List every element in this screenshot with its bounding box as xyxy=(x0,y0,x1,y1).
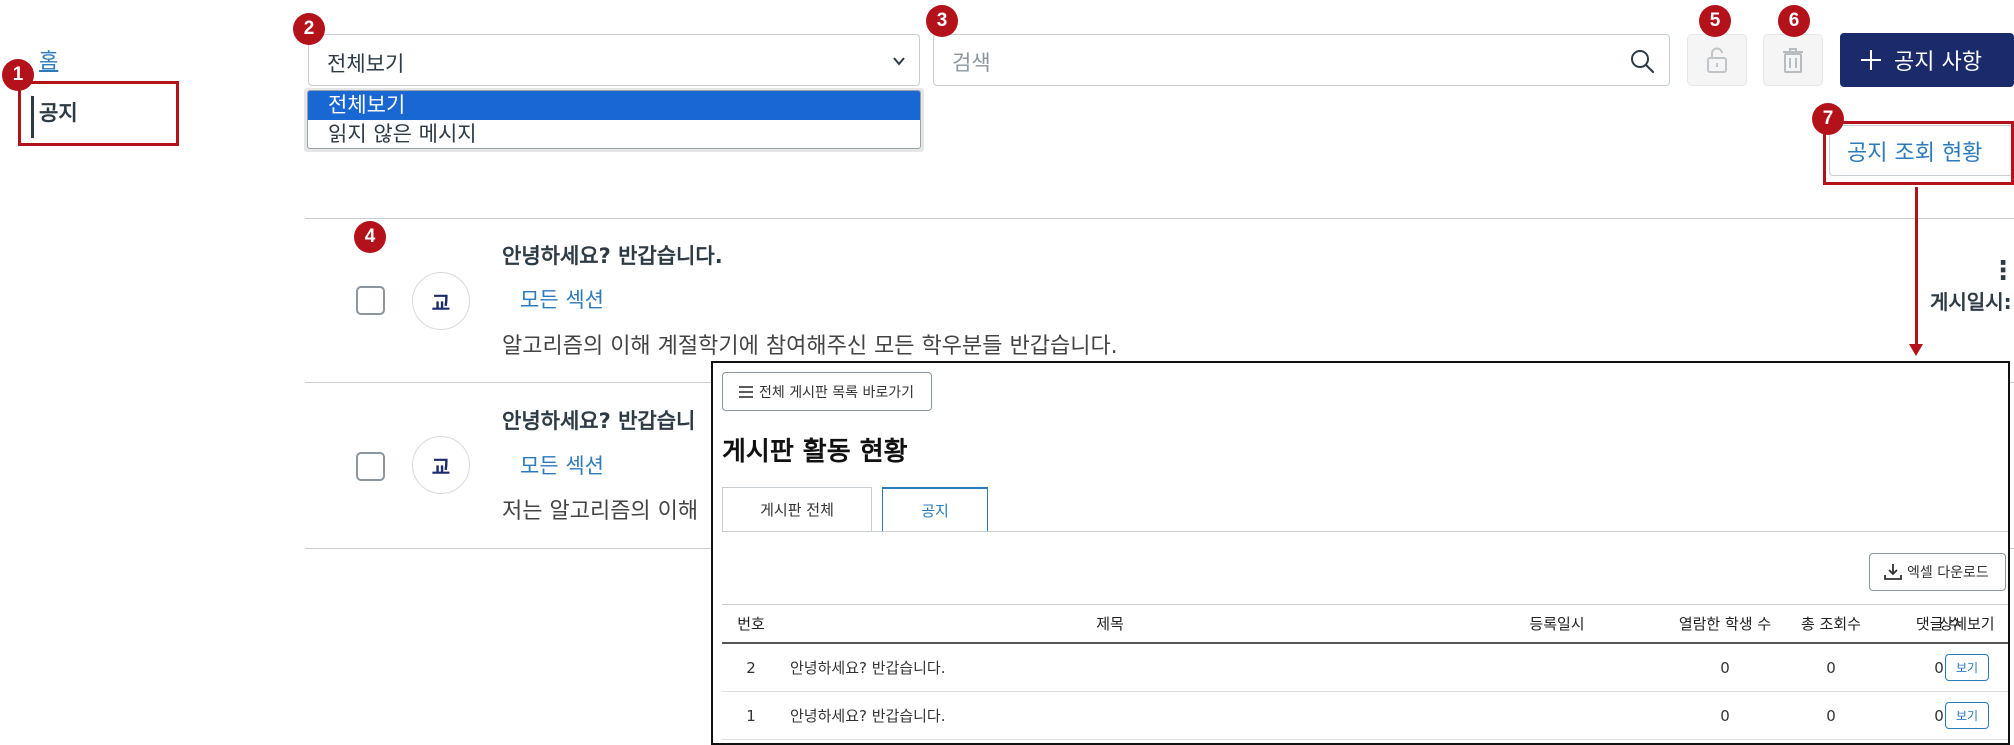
callout-2: 2 xyxy=(293,13,325,45)
search-placeholder: 검색 xyxy=(952,51,991,75)
tab-notice[interactable]: 공지 xyxy=(882,487,988,531)
cell-detail: 보기 xyxy=(1922,644,2008,691)
unlock-button[interactable] xyxy=(1687,34,1747,86)
activity-table: 번호 제목 등록일시 열람한 학생 수 총 조회수 댓글 수 상세보기 2 안녕… xyxy=(722,604,2008,740)
filter-option-all[interactable]: 전체보기 xyxy=(308,91,920,120)
back-to-board-list-button[interactable]: 전체 게시판 목록 바로가기 xyxy=(722,372,932,411)
callout-5: 5 xyxy=(1699,5,1731,37)
cell-title: 안녕하세요? 반갑습니다. xyxy=(790,707,946,725)
filter-dropdown: 전체보기 읽지 않은 메시지 xyxy=(304,88,924,152)
search-input[interactable]: 검색 xyxy=(933,34,1670,86)
announcement-checkbox[interactable] xyxy=(356,452,385,481)
add-announcement-button[interactable]: 공지 사항 xyxy=(1840,33,2014,87)
callout-connector-arrow xyxy=(1909,344,1923,356)
announcement-checkbox[interactable] xyxy=(356,286,385,315)
back-to-board-list-label: 전체 게시판 목록 바로가기 xyxy=(759,384,915,401)
chevron-down-icon xyxy=(893,57,905,66)
highlight-box-nav xyxy=(18,81,179,146)
announcement-section: 모든 섹션 xyxy=(520,454,604,478)
callout-6: 6 xyxy=(1778,5,1810,37)
filter-option-unread[interactable]: 읽지 않은 메시지 xyxy=(308,120,920,148)
avatar: 교 xyxy=(412,272,470,330)
avatar: 교 xyxy=(412,436,470,494)
tab-all-boards[interactable]: 게시판 전체 xyxy=(722,487,872,531)
unlock-icon xyxy=(1707,47,1727,73)
download-icon xyxy=(1884,564,1902,580)
cell-date xyxy=(1482,644,1632,691)
cell-title: 안녕하세요? 반갑습니다. xyxy=(790,659,946,677)
column-header-date: 등록일시 xyxy=(1529,615,1585,633)
cell-number: 2 xyxy=(746,658,756,677)
cell-detail: 보기 xyxy=(1922,692,2008,739)
filter-select[interactable]: 전체보기 xyxy=(308,34,920,86)
cell-date xyxy=(1482,692,1632,739)
list-divider-top xyxy=(305,218,2014,219)
excel-download-button[interactable]: 엑셀 다운로드 xyxy=(1869,553,2006,591)
column-header-number: 번호 xyxy=(737,615,765,633)
callout-3: 3 xyxy=(926,5,958,37)
announcement-body: 알고리즘의 이해 계절학기에 참여해주신 모든 학우분들 반갑습니다. xyxy=(502,334,1118,359)
filter-select-value: 전체보기 xyxy=(327,52,405,76)
announcement-body: 저는 알고리즘의 이해 xyxy=(502,499,699,524)
trash-icon xyxy=(1783,48,1803,73)
announcement-title[interactable]: 안녕하세요? 반갑습니다. xyxy=(502,240,723,270)
menu-icon xyxy=(739,385,753,398)
board-activity-popup: 전체 게시판 목록 바로가기 게시판 활동 현황 게시판 전체 공지 엑셀 다운… xyxy=(711,361,2010,745)
popup-title: 게시판 활동 현황 xyxy=(722,437,908,467)
add-announcement-label: 공지 사항 xyxy=(1894,50,1982,75)
callout-connector-line xyxy=(1915,187,1918,344)
callout-1: 1 xyxy=(2,59,34,91)
posted-date-label: 게시일시: xyxy=(1930,290,2012,314)
callout-4: 4 xyxy=(354,221,386,253)
table-header: 번호 제목 등록일시 열람한 학생 수 총 조회수 댓글 수 상세보기 xyxy=(722,604,2008,644)
table-row: 1 안녕하세요? 반갑습니다. 0 0 0 보기 xyxy=(722,692,2008,740)
cell-number: 1 xyxy=(746,706,756,725)
highlight-box-view-status xyxy=(1823,121,2014,185)
view-detail-button[interactable]: 보기 xyxy=(1944,702,1990,729)
announcement-section: 모든 섹션 xyxy=(520,288,604,312)
announcement-title[interactable]: 안녕하세요? 반갑습니 xyxy=(502,405,695,435)
search-icon[interactable] xyxy=(1629,48,1655,74)
tabs-divider xyxy=(722,531,2008,532)
delete-button[interactable] xyxy=(1763,34,1823,86)
excel-download-label: 엑셀 다운로드 xyxy=(1907,565,1989,581)
nav-home-link[interactable]: 홈 xyxy=(39,45,58,75)
view-detail-button[interactable]: 보기 xyxy=(1944,654,1990,681)
column-header-detail: 상세보기 xyxy=(1939,615,1995,633)
callout-7: 7 xyxy=(1812,103,1844,135)
more-options-icon[interactable]: ⋮ xyxy=(1990,258,2014,284)
table-row: 2 안녕하세요? 반갑습니다. 0 0 0 보기 xyxy=(722,644,2008,692)
plus-icon xyxy=(1861,50,1881,70)
column-header-title: 제목 xyxy=(1096,615,1124,633)
